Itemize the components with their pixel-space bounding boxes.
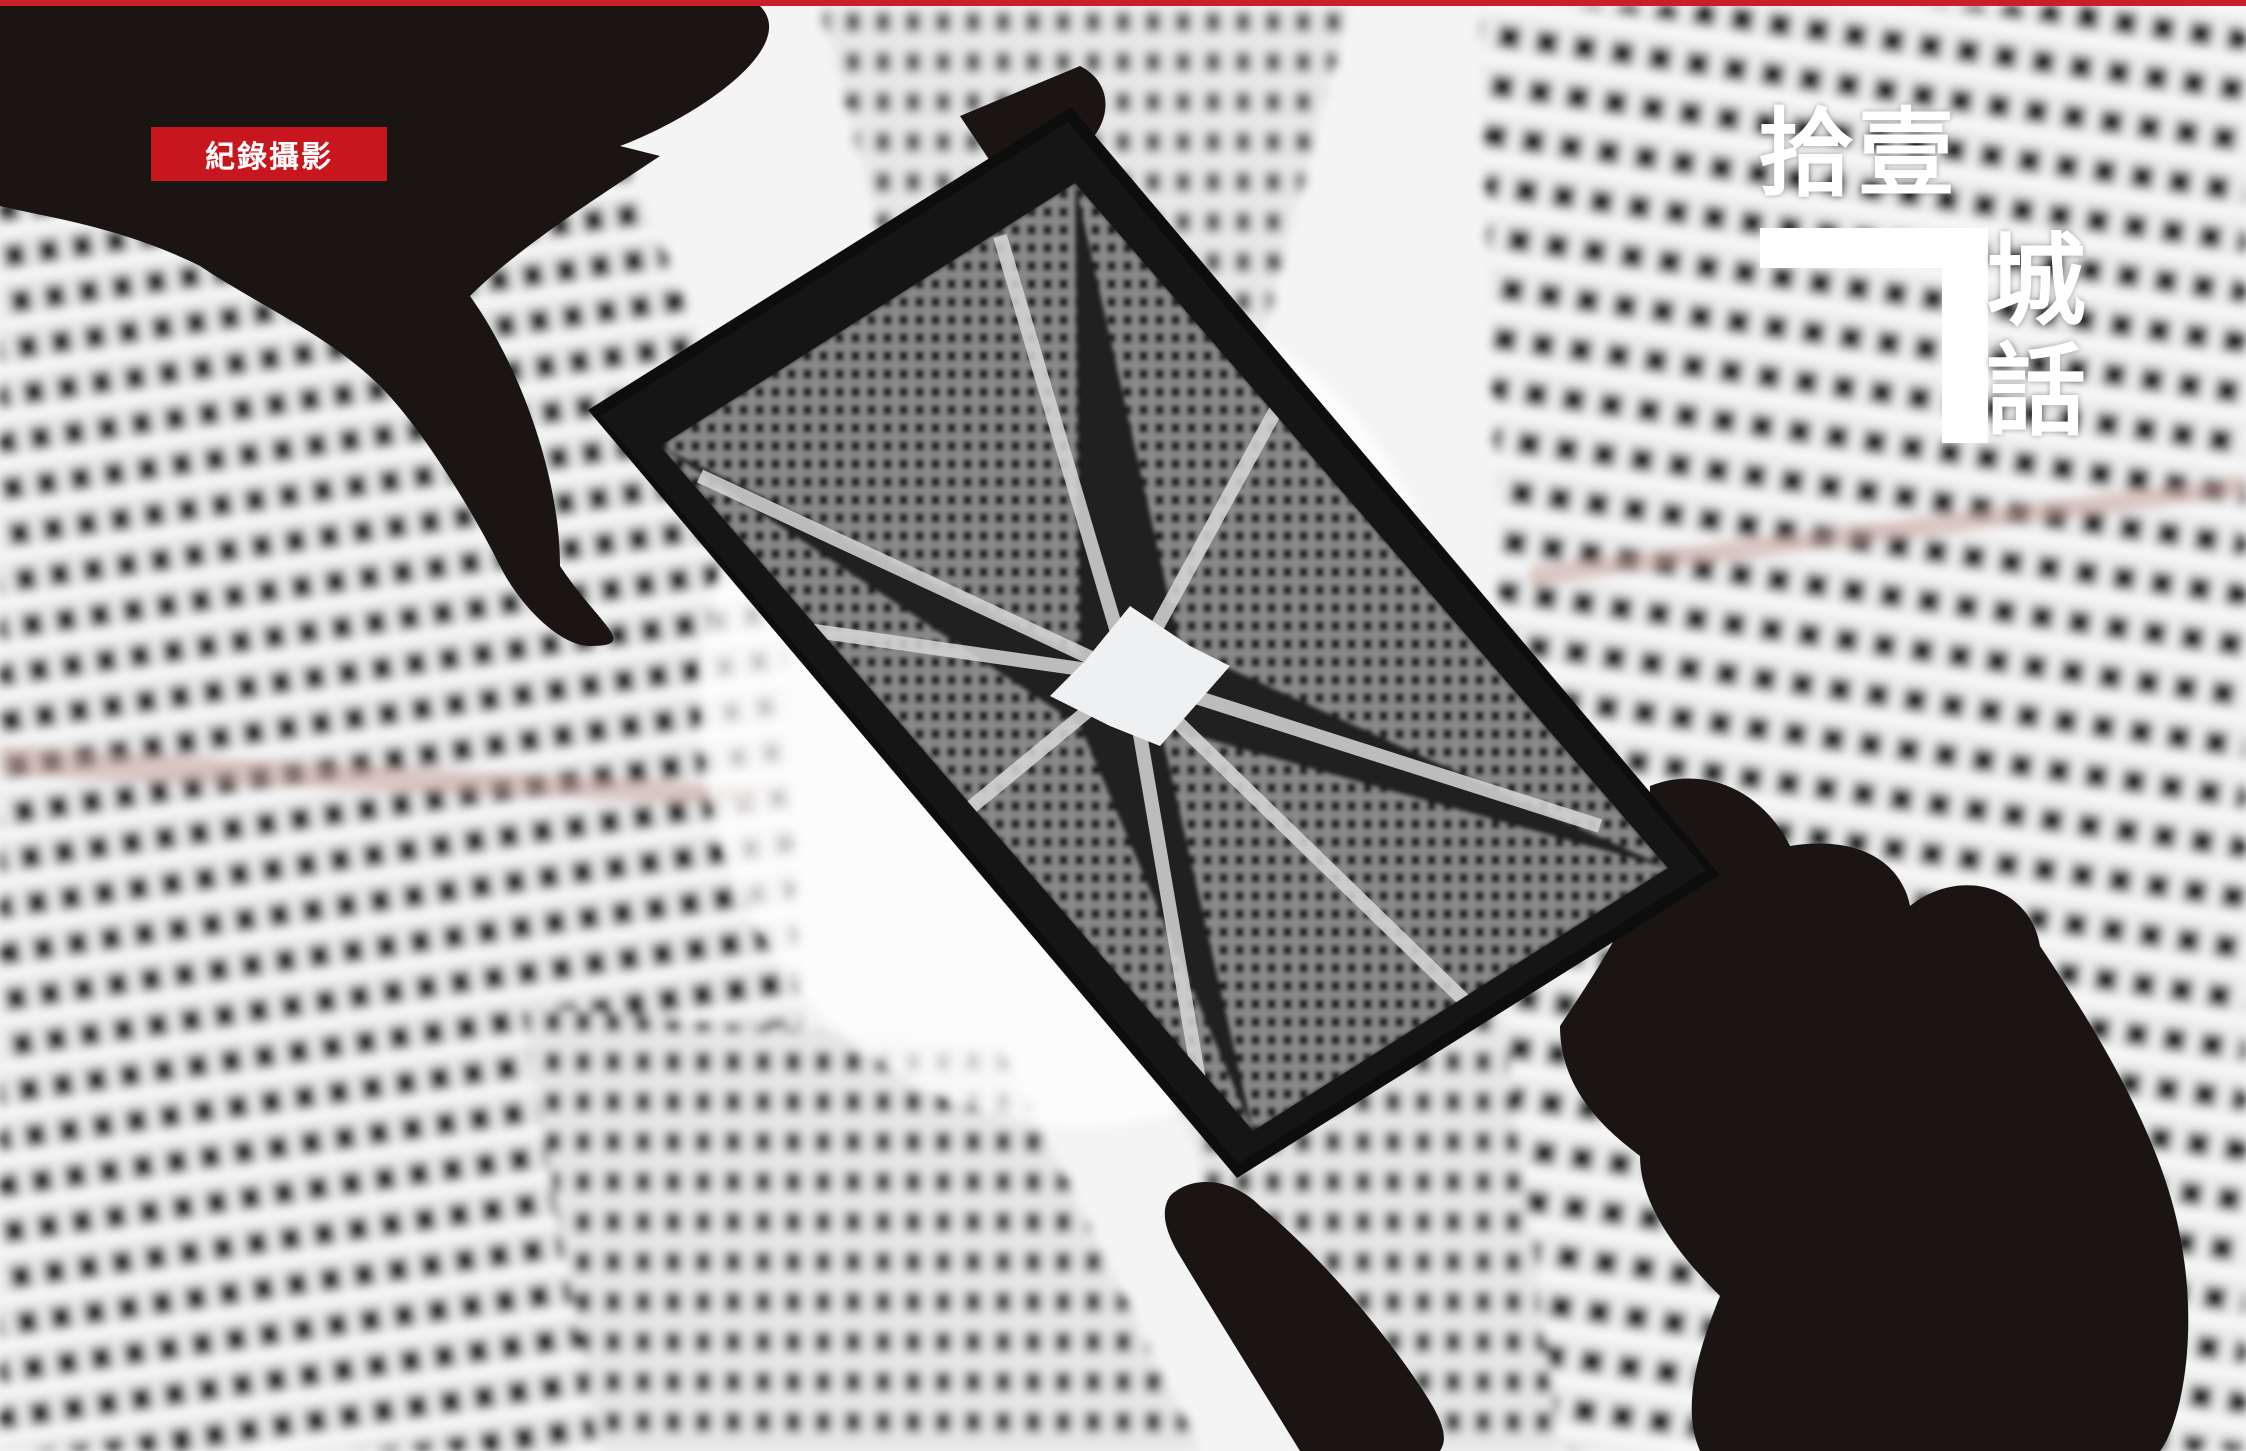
cover-photo bbox=[0, 6, 2246, 1451]
title-numeral-seven: 7 bbox=[1760, 228, 1988, 443]
cover-page: 紀錄攝影 拾壹 7 城 話 bbox=[0, 0, 2246, 1451]
title-line-1: 拾壹 bbox=[1758, 98, 1958, 210]
title-char-speech: 話 bbox=[1986, 333, 2086, 450]
section-tag: 紀錄攝影 bbox=[151, 127, 387, 181]
title-char-city: 城 bbox=[1986, 223, 2086, 340]
